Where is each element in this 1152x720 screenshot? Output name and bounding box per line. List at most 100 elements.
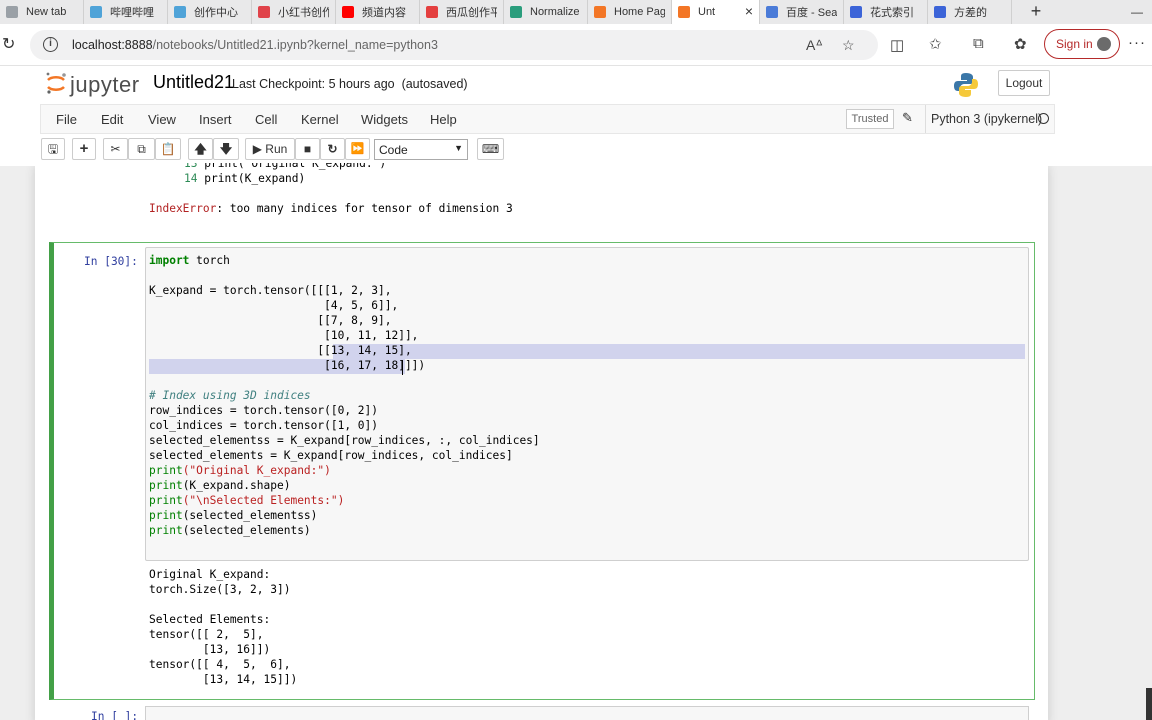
kernel-name[interactable]: Python 3 (ipykernel) bbox=[925, 105, 1042, 133]
browser-tab-label: New tab bbox=[26, 6, 67, 18]
arrow-down-icon: 🡇 bbox=[219, 142, 233, 156]
cell-input-prompt: In [30]: bbox=[84, 255, 138, 268]
browser-tab[interactable]: Unt × bbox=[672, 0, 760, 24]
save-icon: 🖫 bbox=[47, 142, 59, 156]
browser-tab[interactable]: Normalize bbox=[504, 0, 588, 24]
menu-widgets[interactable]: Widgets bbox=[361, 112, 408, 127]
browser-tab-label: Unt bbox=[698, 6, 716, 18]
scrollbar-thumb[interactable] bbox=[1146, 688, 1152, 720]
checkpoint-status: Last Checkpoint: 5 hours ago (autosaved) bbox=[232, 77, 468, 91]
xigua-favicon-icon bbox=[426, 6, 438, 18]
code-string: ("Original K_expand:") bbox=[182, 464, 331, 477]
browser-tab-label: 创作中心 bbox=[194, 7, 238, 19]
code-line: [10, 11, 12]], bbox=[149, 329, 419, 342]
cell-type-select[interactable]: Code ▼ bbox=[374, 139, 468, 160]
browser-tab[interactable]: 哔哩哔哩 bbox=[84, 0, 168, 24]
avatar-icon bbox=[1097, 37, 1111, 51]
minimize-icon[interactable]: — bbox=[1122, 0, 1152, 24]
browser-tab[interactable]: 百度 - Sea bbox=[760, 0, 844, 24]
menu-edit[interactable]: Edit bbox=[101, 112, 123, 127]
jupyter-logo-text[interactable]: jupyter bbox=[70, 72, 140, 98]
jupyter-logo-icon[interactable] bbox=[45, 71, 67, 95]
browser-tab-label: Normalize bbox=[530, 6, 580, 18]
checkpoint-text: Last Checkpoint: 5 hours ago bbox=[232, 77, 395, 91]
read-aloud-icon[interactable]: Aᐞ bbox=[806, 37, 823, 54]
cell-type-value: Code bbox=[379, 143, 408, 157]
site-info-icon[interactable]: i bbox=[43, 37, 58, 52]
next-code-editor[interactable] bbox=[145, 706, 1029, 720]
code-line: print("Original K_expand:") bbox=[149, 464, 331, 479]
code-line: selected_elements = K_expand[row_indices… bbox=[149, 449, 513, 462]
browser-tab[interactable]: 创作中心 bbox=[168, 0, 252, 24]
favorite-star-icon[interactable]: ☆ bbox=[842, 37, 855, 54]
code-line: print(selected_elements) bbox=[149, 524, 311, 539]
paste-button[interactable]: 📋 bbox=[155, 138, 181, 160]
output-line: Original K_expand: bbox=[149, 568, 271, 581]
browser-tab-label: 百度 - Sea bbox=[786, 7, 837, 19]
browser-tab[interactable]: 西瓜创作平 bbox=[420, 0, 504, 24]
new-tab-favicon-icon bbox=[6, 6, 18, 18]
browser-tab-label: 小红书创作 bbox=[278, 7, 329, 19]
menu-kernel[interactable]: Kernel bbox=[301, 112, 339, 127]
extensions-icon[interactable]: ✿ bbox=[1014, 35, 1027, 53]
browser-tab[interactable]: Home Page bbox=[588, 0, 672, 24]
next-cell-prompt: In [ ]: bbox=[91, 710, 139, 720]
copy-icon: ⧉ bbox=[137, 142, 146, 156]
autosaved-text: (autosaved) bbox=[401, 77, 468, 91]
baidu-favicon-icon bbox=[850, 6, 862, 18]
move-down-button[interactable]: 🡇 bbox=[213, 138, 239, 160]
menu-file[interactable]: File bbox=[56, 112, 77, 127]
run-button[interactable]: ▶ Run bbox=[245, 138, 295, 160]
cut-button[interactable]: ✂ bbox=[103, 138, 128, 160]
play-icon: ▶ bbox=[252, 142, 262, 156]
interrupt-button[interactable]: ■ bbox=[295, 138, 320, 160]
insert-cell-button[interactable]: + bbox=[72, 138, 96, 160]
url-host: localhost:8888 bbox=[72, 38, 153, 52]
menu-insert[interactable]: Insert bbox=[199, 112, 232, 127]
chevron-down-icon: ▼ bbox=[454, 143, 463, 153]
favorites-icon[interactable]: ✩ bbox=[929, 35, 942, 53]
copy-button[interactable]: ⧉ bbox=[128, 138, 155, 160]
command-palette-button[interactable]: ⌨ bbox=[477, 138, 504, 160]
code-keyword: import bbox=[149, 254, 190, 267]
new-tab-button[interactable]: + bbox=[1026, 0, 1046, 24]
baidu-favicon-icon bbox=[934, 6, 946, 18]
arrow-up-icon: 🡅 bbox=[194, 142, 207, 156]
traceback-line-number: 14 bbox=[184, 172, 198, 185]
sign-in-button[interactable]: Sign in bbox=[1044, 29, 1120, 59]
logout-button[interactable]: Logout bbox=[998, 70, 1050, 96]
browser-tab[interactable]: 频道内容 bbox=[336, 0, 420, 24]
jupyter-book-favicon-icon bbox=[678, 6, 690, 18]
edit-pencil-icon[interactable]: ✎ bbox=[902, 110, 913, 126]
restart-run-all-button[interactable]: ⏩ bbox=[345, 138, 370, 160]
browser-tab[interactable]: 花式索引 bbox=[844, 0, 928, 24]
save-button[interactable]: 🖫 bbox=[41, 138, 65, 160]
split-screen-icon[interactable]: ◫ bbox=[890, 36, 904, 54]
jupyter-favicon-icon bbox=[594, 6, 606, 18]
notebook-title[interactable]: Untitled21 bbox=[153, 72, 234, 93]
menu-cell[interactable]: Cell bbox=[255, 112, 277, 127]
move-up-button[interactable]: 🡅 bbox=[188, 138, 213, 160]
browser-tab[interactable]: 小红书创作 bbox=[252, 0, 336, 24]
menu-view[interactable]: View bbox=[148, 112, 176, 127]
refresh-icon[interactable]: ↻ bbox=[2, 34, 15, 54]
browser-tab[interactable]: New tab bbox=[0, 0, 84, 24]
code-builtin: print bbox=[149, 494, 183, 507]
xiaohongshu-favicon-icon bbox=[258, 6, 270, 18]
text-selection bbox=[333, 344, 1025, 359]
close-tab-icon[interactable]: × bbox=[745, 3, 753, 19]
code-line: import torch bbox=[149, 254, 230, 269]
browser-tab[interactable]: 方差的 bbox=[928, 0, 1012, 24]
collections-icon[interactable]: ⧉ bbox=[973, 35, 984, 52]
fast-forward-icon: ⏩ bbox=[350, 143, 365, 155]
address-bar[interactable]: i localhost:8888/notebooks/Untitled21.ip… bbox=[30, 30, 878, 60]
sign-in-label: Sign in bbox=[1056, 37, 1093, 51]
menu-help[interactable]: Help bbox=[430, 112, 457, 127]
run-label: Run bbox=[265, 142, 288, 156]
more-options-icon[interactable]: ··· bbox=[1128, 34, 1146, 51]
code-builtin: print bbox=[149, 524, 183, 537]
chatgpt-favicon-icon bbox=[510, 6, 522, 18]
trusted-indicator[interactable]: Trusted bbox=[846, 109, 894, 129]
restart-button[interactable]: ↻ bbox=[320, 138, 345, 160]
code-builtin: print bbox=[149, 509, 183, 522]
